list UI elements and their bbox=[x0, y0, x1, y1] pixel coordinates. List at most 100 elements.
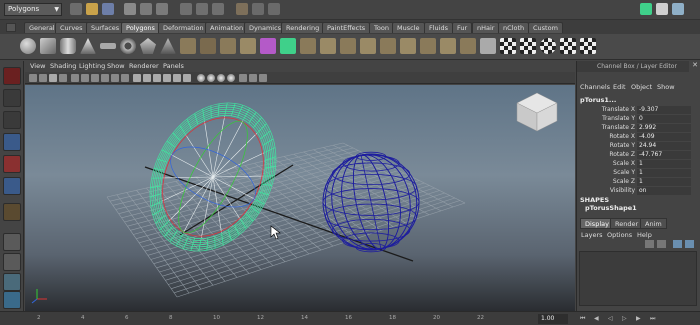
panel-menu-renderer[interactable]: Renderer bbox=[129, 61, 159, 72]
shelf-tab-nhair[interactable]: nHair bbox=[472, 22, 500, 33]
tool-settings-icon[interactable] bbox=[656, 3, 668, 15]
play-back-icon[interactable]: ◁ bbox=[608, 315, 613, 322]
use-all-lights-icon[interactable] bbox=[173, 74, 181, 82]
normalize-uv-icon[interactable] bbox=[580, 38, 596, 54]
snap-grid-icon[interactable] bbox=[180, 3, 192, 15]
current-frame-field[interactable]: 1.00 bbox=[538, 314, 568, 324]
cb-menu-channels[interactable]: Channels bbox=[580, 82, 610, 92]
select-tool-icon[interactable] bbox=[3, 67, 21, 85]
safe-action-icon[interactable] bbox=[121, 74, 129, 82]
layer-tab-anim[interactable]: Anim bbox=[640, 218, 667, 229]
attr-value[interactable]: -47.767 bbox=[637, 151, 691, 159]
attr-value[interactable]: 1 bbox=[637, 160, 691, 168]
history-icon[interactable] bbox=[236, 3, 248, 15]
separate-icon[interactable] bbox=[200, 38, 216, 54]
shadows-icon[interactable] bbox=[183, 74, 191, 82]
single-perspective-layout-icon[interactable] bbox=[3, 233, 21, 251]
new-layer-icon[interactable] bbox=[645, 240, 654, 248]
shelf-tab-animation[interactable]: Animation bbox=[205, 22, 249, 33]
view-cube[interactable] bbox=[516, 92, 558, 132]
bookmark-icon[interactable] bbox=[49, 74, 57, 82]
shelf-tab-fluids[interactable]: Fluids bbox=[424, 22, 453, 33]
panel-menu-panels[interactable]: Panels bbox=[163, 61, 184, 72]
attr-row[interactable]: Translate Z 2.992 bbox=[577, 124, 697, 132]
split-polygon-icon[interactable] bbox=[380, 38, 396, 54]
move-tool-icon[interactable] bbox=[3, 133, 21, 151]
isolate-select-icon[interactable] bbox=[239, 74, 247, 82]
attr-row[interactable]: Rotate X -4.09 bbox=[577, 133, 697, 141]
open-scene-icon[interactable] bbox=[86, 3, 98, 15]
layer-list[interactable] bbox=[579, 251, 697, 306]
panel-menu-shading[interactable]: Shading bbox=[50, 61, 76, 72]
layer-up-icon[interactable] bbox=[673, 240, 682, 248]
shape-name[interactable]: pTorusShape1 bbox=[585, 204, 637, 212]
rotate-tool-icon[interactable] bbox=[3, 155, 21, 173]
film-gate-icon[interactable] bbox=[81, 74, 89, 82]
shelf-tab-curves[interactable]: Curves bbox=[55, 22, 88, 33]
resolution-gate-icon[interactable] bbox=[91, 74, 99, 82]
time-ruler[interactable]: 2 4 6 8 10 12 14 16 18 20 22 bbox=[25, 312, 525, 325]
image-plane-icon[interactable] bbox=[59, 74, 67, 82]
grid-icon[interactable] bbox=[71, 74, 79, 82]
select-object-icon[interactable] bbox=[140, 3, 152, 15]
layer-tab-render[interactable]: Render bbox=[610, 218, 644, 229]
shelf-tab-deformation[interactable]: Deformation bbox=[158, 22, 209, 33]
insert-edge-loop-icon[interactable] bbox=[400, 38, 416, 54]
sphere-shade-icon-1[interactable] bbox=[197, 74, 205, 82]
attr-row[interactable]: Translate Y0 bbox=[577, 115, 697, 123]
append-polygon-icon[interactable] bbox=[340, 38, 356, 54]
automatic-mapping-icon[interactable] bbox=[560, 38, 576, 54]
shelf-tab-custom[interactable]: Custom bbox=[528, 22, 563, 33]
step-forward-icon[interactable]: ▶ bbox=[636, 315, 641, 322]
layer-menu-layers[interactable]: Layers bbox=[581, 230, 603, 240]
attr-value[interactable]: 2.992 bbox=[637, 124, 691, 132]
shelf-tab-polygons[interactable]: Polygons bbox=[121, 22, 160, 33]
poly-cone-icon[interactable] bbox=[80, 38, 96, 54]
select-component-icon[interactable] bbox=[156, 3, 168, 15]
attr-row[interactable]: Rotate Z -47.767 bbox=[577, 151, 697, 159]
offset-edge-loop-icon[interactable] bbox=[420, 38, 436, 54]
smooth-icon[interactable] bbox=[240, 38, 256, 54]
camera-attributes-icon[interactable] bbox=[39, 74, 47, 82]
sphere-shade-icon-4[interactable] bbox=[227, 74, 235, 82]
wireframe-icon[interactable] bbox=[133, 74, 141, 82]
scale-tool-icon[interactable] bbox=[3, 177, 21, 195]
step-back-icon[interactable]: ◀ bbox=[594, 315, 599, 322]
attr-row[interactable]: Rotate Y 24.94 bbox=[577, 142, 697, 150]
attr-value[interactable]: on bbox=[637, 187, 691, 195]
hypershade-layout-icon[interactable] bbox=[3, 291, 21, 309]
layer-tab-display[interactable]: Display bbox=[580, 218, 614, 229]
shelf-tab-dynamics[interactable]: Dynamics bbox=[244, 22, 287, 33]
attr-row[interactable]: Translate X -9.307 bbox=[577, 106, 697, 114]
paint-select-tool-icon[interactable] bbox=[3, 111, 21, 129]
panel-menu-show[interactable]: Show bbox=[107, 61, 125, 72]
render-icon[interactable] bbox=[252, 3, 264, 15]
ipr-render-icon[interactable] bbox=[268, 3, 280, 15]
shelf-tab-toon[interactable]: Toon bbox=[369, 22, 394, 33]
textured-icon[interactable] bbox=[163, 74, 171, 82]
field-chart-icon[interactable] bbox=[111, 74, 119, 82]
new-scene-icon[interactable] bbox=[70, 3, 82, 15]
shelf-tab-painteffects[interactable]: PaintEffects bbox=[322, 22, 371, 33]
poly-cube-icon[interactable] bbox=[40, 38, 56, 54]
poly-sphere-icon[interactable] bbox=[20, 38, 36, 54]
perspective-viewport[interactable] bbox=[25, 85, 575, 311]
cylindrical-mapping-icon[interactable] bbox=[520, 38, 536, 54]
menu-set-dropdown[interactable]: Polygons ▼ bbox=[4, 3, 62, 16]
attr-value[interactable]: 1 bbox=[637, 178, 691, 186]
go-to-end-icon[interactable]: ⏭ bbox=[650, 315, 655, 323]
sphere-shade-icon-2[interactable] bbox=[207, 74, 215, 82]
extrude-icon[interactable] bbox=[300, 38, 316, 54]
select-camera-icon[interactable] bbox=[29, 74, 37, 82]
bevel-icon[interactable] bbox=[440, 38, 456, 54]
new-layer-selected-icon[interactable] bbox=[657, 240, 666, 248]
panel-menu-view[interactable]: View bbox=[30, 61, 45, 72]
shelf-tab-surfaces[interactable]: Surfaces bbox=[86, 22, 125, 33]
extract-icon[interactable] bbox=[220, 38, 236, 54]
shelf-tab-rendering[interactable]: Rendering bbox=[281, 22, 325, 33]
panel-menu-lighting[interactable]: Lighting bbox=[79, 61, 105, 72]
layer-down-icon[interactable] bbox=[685, 240, 694, 248]
poly-cylinder-icon[interactable] bbox=[60, 38, 76, 54]
go-to-start-icon[interactable]: ⏮ bbox=[580, 315, 585, 323]
playback-controls[interactable]: ⏮ ◀ ◁ ▷ ▶ ⏭ bbox=[580, 315, 690, 323]
